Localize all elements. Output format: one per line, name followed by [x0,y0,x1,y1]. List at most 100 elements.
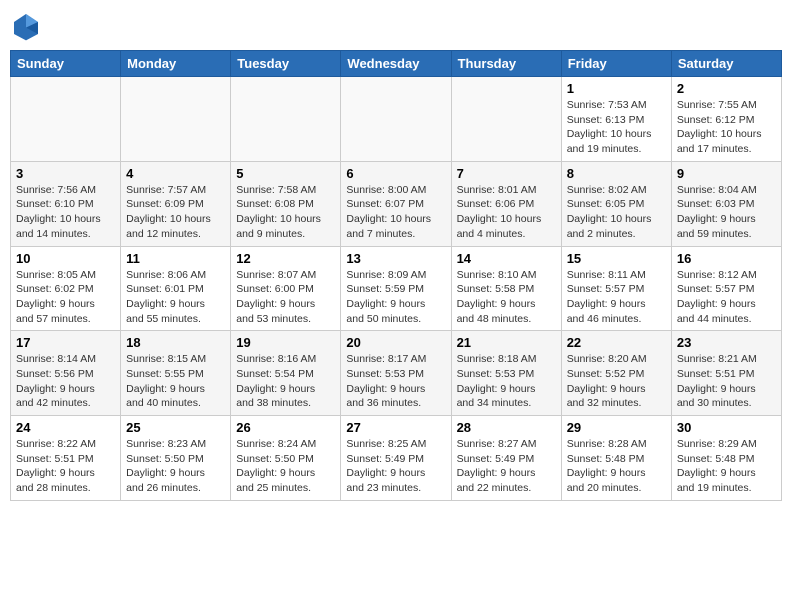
calendar-cell: 26 Sunrise: 8:24 AM Sunset: 5:50 PM Dayli… [231,416,341,501]
day-number: 4 [126,166,225,181]
day-info: Sunrise: 8:18 AM Sunset: 5:53 PM Dayligh… [457,352,556,411]
calendar-cell: 24 Sunrise: 8:22 AM Sunset: 5:51 PM Dayli… [11,416,121,501]
weekday-header: Monday [121,51,231,77]
day-info: Sunrise: 8:16 AM Sunset: 5:54 PM Dayligh… [236,352,335,411]
day-number: 16 [677,251,776,266]
day-info: Sunrise: 8:11 AM Sunset: 5:57 PM Dayligh… [567,268,666,327]
day-info: Sunrise: 8:05 AM Sunset: 6:02 PM Dayligh… [16,268,115,327]
day-number: 8 [567,166,666,181]
day-number: 10 [16,251,115,266]
calendar-cell: 5 Sunrise: 7:58 AM Sunset: 6:08 PM Daylig… [231,161,341,246]
calendar-cell: 22Sunrise: 8:20 AM Sunset: 5:52 PM Dayli… [561,331,671,416]
day-info: Sunrise: 7:58 AM Sunset: 6:08 PM Dayligh… [236,183,335,242]
weekday-header: Friday [561,51,671,77]
weekday-header: Wednesday [341,51,451,77]
day-info: Sunrise: 8:29 AM Sunset: 5:48 PM Dayligh… [677,437,776,496]
day-number: 28 [457,420,556,435]
day-info: Sunrise: 8:01 AM Sunset: 6:06 PM Dayligh… [457,183,556,242]
day-info: Sunrise: 8:24 AM Sunset: 5:50 PM Dayligh… [236,437,335,496]
calendar-cell: 23 Sunrise: 8:21 AM Sunset: 5:51 PM Dayli… [671,331,781,416]
day-number: 20 [346,335,445,350]
day-info: Sunrise: 7:56 AM Sunset: 6:10 PM Dayligh… [16,183,115,242]
day-number: 12 [236,251,335,266]
calendar-cell: 19 Sunrise: 8:16 AM Sunset: 5:54 PM Dayli… [231,331,341,416]
page-header [10,10,782,42]
day-number: 2 [677,81,776,96]
day-info: Sunrise: 8:06 AM Sunset: 6:01 PM Dayligh… [126,268,225,327]
calendar-cell: 29 Sunrise: 8:28 AM Sunset: 5:48 PM Dayli… [561,416,671,501]
calendar-cell [341,77,451,162]
day-number: 19 [236,335,335,350]
day-info: Sunrise: 8:27 AM Sunset: 5:49 PM Dayligh… [457,437,556,496]
day-info: Sunrise: 8:25 AM Sunset: 5:49 PM Dayligh… [346,437,445,496]
calendar-week-row: 17 Sunrise: 8:14 AM Sunset: 5:56 PM Dayli… [11,331,782,416]
calendar-cell: 9 Sunrise: 8:04 AM Sunset: 6:03 PM Daylig… [671,161,781,246]
calendar-cell: 7Sunrise: 8:01 AM Sunset: 6:06 PM Daylig… [451,161,561,246]
day-info: Sunrise: 7:55 AM Sunset: 6:12 PM Dayligh… [677,98,776,157]
calendar-week-row: 24 Sunrise: 8:22 AM Sunset: 5:51 PM Dayli… [11,416,782,501]
day-number: 9 [677,166,776,181]
day-number: 13 [346,251,445,266]
day-info: Sunrise: 8:04 AM Sunset: 6:03 PM Dayligh… [677,183,776,242]
day-number: 24 [16,420,115,435]
calendar-cell: 20 Sunrise: 8:17 AM Sunset: 5:53 PM Dayli… [341,331,451,416]
calendar-cell: 15Sunrise: 8:11 AM Sunset: 5:57 PM Dayli… [561,246,671,331]
calendar-cell: 11 Sunrise: 8:06 AM Sunset: 6:01 PM Dayli… [121,246,231,331]
day-info: Sunrise: 7:53 AM Sunset: 6:13 PM Dayligh… [567,98,666,157]
calendar-cell: 6 Sunrise: 8:00 AM Sunset: 6:07 PM Daylig… [341,161,451,246]
day-info: Sunrise: 8:14 AM Sunset: 5:56 PM Dayligh… [16,352,115,411]
day-number: 23 [677,335,776,350]
day-number: 26 [236,420,335,435]
weekday-header: Saturday [671,51,781,77]
calendar-cell: 21 Sunrise: 8:18 AM Sunset: 5:53 PM Dayli… [451,331,561,416]
logo-icon [10,10,42,42]
day-info: Sunrise: 8:00 AM Sunset: 6:07 PM Dayligh… [346,183,445,242]
day-info: Sunrise: 8:22 AM Sunset: 5:51 PM Dayligh… [16,437,115,496]
day-number: 1 [567,81,666,96]
calendar-cell [121,77,231,162]
calendar-week-row: 3 Sunrise: 7:56 AM Sunset: 6:10 PM Daylig… [11,161,782,246]
day-number: 29 [567,420,666,435]
day-info: Sunrise: 7:57 AM Sunset: 6:09 PM Dayligh… [126,183,225,242]
day-number: 6 [346,166,445,181]
day-number: 18 [126,335,225,350]
logo [10,10,46,42]
calendar-header: SundayMondayTuesdayWednesdayThursdayFrid… [11,51,782,77]
day-number: 14 [457,251,556,266]
calendar-cell: 28 Sunrise: 8:27 AM Sunset: 5:49 PM Dayli… [451,416,561,501]
calendar-cell: 30 Sunrise: 8:29 AM Sunset: 5:48 PM Dayli… [671,416,781,501]
weekday-header: Thursday [451,51,561,77]
calendar-cell: 13Sunrise: 8:09 AM Sunset: 5:59 PM Dayli… [341,246,451,331]
calendar-cell: 12Sunrise: 8:07 AM Sunset: 6:00 PM Dayli… [231,246,341,331]
day-info: Sunrise: 8:20 AM Sunset: 5:52 PM Dayligh… [567,352,666,411]
calendar-cell: 2 Sunrise: 7:55 AM Sunset: 6:12 PM Daylig… [671,77,781,162]
calendar-cell: 4 Sunrise: 7:57 AM Sunset: 6:09 PM Daylig… [121,161,231,246]
weekday-header: Sunday [11,51,121,77]
day-info: Sunrise: 8:28 AM Sunset: 5:48 PM Dayligh… [567,437,666,496]
calendar-cell: 18 Sunrise: 8:15 AM Sunset: 5:55 PM Dayli… [121,331,231,416]
day-number: 3 [16,166,115,181]
day-number: 27 [346,420,445,435]
calendar-cell [451,77,561,162]
calendar-body: 1 Sunrise: 7:53 AM Sunset: 6:13 PM Daylig… [11,77,782,501]
day-info: Sunrise: 8:15 AM Sunset: 5:55 PM Dayligh… [126,352,225,411]
calendar-cell: 25Sunrise: 8:23 AM Sunset: 5:50 PM Dayli… [121,416,231,501]
calendar-cell: 16Sunrise: 8:12 AM Sunset: 5:57 PM Dayli… [671,246,781,331]
calendar-cell: 27 Sunrise: 8:25 AM Sunset: 5:49 PM Dayli… [341,416,451,501]
calendar-cell: 17 Sunrise: 8:14 AM Sunset: 5:56 PM Dayli… [11,331,121,416]
day-info: Sunrise: 8:10 AM Sunset: 5:58 PM Dayligh… [457,268,556,327]
weekday-row: SundayMondayTuesdayWednesdayThursdayFrid… [11,51,782,77]
day-info: Sunrise: 8:21 AM Sunset: 5:51 PM Dayligh… [677,352,776,411]
calendar-cell [231,77,341,162]
day-info: Sunrise: 8:17 AM Sunset: 5:53 PM Dayligh… [346,352,445,411]
calendar-cell: 3 Sunrise: 7:56 AM Sunset: 6:10 PM Daylig… [11,161,121,246]
calendar-cell [11,77,121,162]
calendar-week-row: 1 Sunrise: 7:53 AM Sunset: 6:13 PM Daylig… [11,77,782,162]
day-number: 21 [457,335,556,350]
day-number: 5 [236,166,335,181]
day-number: 30 [677,420,776,435]
day-number: 11 [126,251,225,266]
calendar-table: SundayMondayTuesdayWednesdayThursdayFrid… [10,50,782,501]
day-number: 17 [16,335,115,350]
calendar-cell: 14 Sunrise: 8:10 AM Sunset: 5:58 PM Dayli… [451,246,561,331]
